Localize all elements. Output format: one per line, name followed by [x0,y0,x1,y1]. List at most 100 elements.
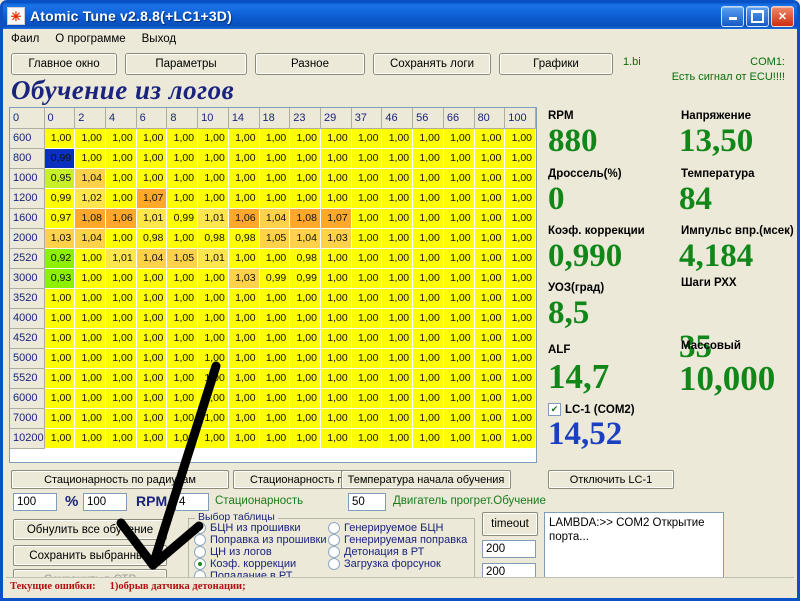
table-cell[interactable]: 1,00 [504,308,536,329]
table-cell[interactable]: 1,00 [136,288,168,309]
table-cell[interactable]: 1,00 [166,268,199,289]
table-cell[interactable]: 1,07 [136,188,168,209]
table-cell[interactable]: 1,00 [105,228,137,249]
table-cell[interactable]: 1,00 [504,248,536,269]
table-cell[interactable]: 1,00 [105,428,137,449]
table-row-header[interactable]: 2520 [10,248,45,269]
table-cell[interactable]: 1,00 [443,288,475,309]
table-cell[interactable]: 1,00 [74,348,106,369]
table-cell[interactable]: 1,00 [412,348,444,369]
table-cell[interactable]: 1,00 [197,368,229,389]
table-cell[interactable]: 1,00 [474,268,506,289]
table-cell[interactable]: 1,00 [197,188,229,209]
table-cell[interactable]: 1,00 [412,388,444,409]
table-cell[interactable]: 1,00 [136,328,168,349]
table-cell[interactable]: 1,08 [289,208,321,229]
table-cell[interactable]: 1,00 [289,288,321,309]
table-cell[interactable]: 1,00 [474,428,506,449]
table-cell[interactable]: 1,00 [105,348,137,369]
table-cell[interactable]: 1,00 [166,188,199,209]
table-cell[interactable]: 1,00 [504,388,536,409]
table-col-header[interactable]: 0 [44,108,76,129]
table-cell[interactable]: 1,00 [381,388,414,409]
table-cell[interactable]: 0,92 [44,248,76,269]
table-col-header[interactable]: 66 [443,108,475,129]
table-cell[interactable]: 1,00 [504,368,536,389]
radio-cn-logs[interactable]: ЦН из логов [194,546,272,558]
table-cell[interactable]: 1,00 [228,308,260,329]
table-cell[interactable]: 1,04 [289,228,321,249]
table-col-header[interactable]: 10 [197,108,229,129]
table-cell[interactable]: 1,00 [320,168,352,189]
table-cell[interactable]: 1,00 [474,408,506,429]
radio-injector-load[interactable]: Загрузка форсунок [328,558,441,570]
table-cell[interactable]: 0,95 [44,168,76,189]
table-cell[interactable]: 1,00 [351,428,383,449]
radio-icon[interactable] [328,522,340,534]
table-cell[interactable]: 1,00 [166,428,199,449]
table-cell[interactable]: 1,00 [443,268,475,289]
table-cell[interactable]: 1,00 [105,148,137,169]
table-cell[interactable]: 1,00 [74,128,106,149]
table-cell[interactable]: 1,00 [412,228,444,249]
table-cell[interactable]: 1,00 [381,308,414,329]
table-cell[interactable]: 1,00 [351,248,383,269]
table-cell[interactable]: 1,03 [228,268,260,289]
table-cell[interactable]: 1,00 [504,188,536,209]
table-row-header[interactable]: 800 [10,148,45,169]
toolbar-button-save-logs[interactable]: Сохранять логи [373,53,491,75]
table-cell[interactable]: 1,00 [412,328,444,349]
table-cell[interactable]: 1,00 [197,168,229,189]
timeout-value-1[interactable]: 200 [482,540,536,558]
table-col-header[interactable]: 56 [412,108,444,129]
table-cell[interactable]: 1,00 [443,128,475,149]
table-cell[interactable]: 1,00 [320,128,352,149]
table-cell[interactable]: 1,00 [443,348,475,369]
percent-input[interactable]: 100 [13,493,57,511]
table-cell[interactable]: 1,00 [105,288,137,309]
table-cell[interactable]: 1,00 [197,268,229,289]
table-cell[interactable]: 1,00 [351,408,383,429]
table-row-header[interactable]: 5520 [10,368,45,389]
table-cell[interactable]: 1,00 [166,328,199,349]
table-cell[interactable]: 1,00 [197,408,229,429]
table-cell[interactable]: 1,01 [136,208,168,229]
table-cell[interactable]: 1,00 [74,248,106,269]
menu-item-file[interactable]: Фаил [11,33,39,45]
temperature-input[interactable]: 50 [348,493,386,511]
table-cell[interactable]: 1,00 [105,188,137,209]
table-cell[interactable]: 1,00 [351,228,383,249]
table-cell[interactable]: 1,00 [105,328,137,349]
table-cell[interactable]: 1,00 [412,288,444,309]
table-col-header[interactable]: 29 [320,108,352,129]
radio-icon[interactable] [328,558,340,570]
table-cell[interactable]: 0,99 [44,188,76,209]
radio-icon[interactable] [194,534,206,546]
table-cell[interactable]: 1,00 [259,328,291,349]
table-cell[interactable]: 1,05 [166,248,199,269]
table-cell[interactable]: 1,00 [504,128,536,149]
table-cell[interactable]: 1,00 [412,128,444,149]
table-cell[interactable]: 1,00 [44,128,76,149]
minimize-icon[interactable] [721,5,744,27]
table-cell[interactable]: 1,00 [351,368,383,389]
table-cell[interactable]: 1,00 [474,228,506,249]
table-cell[interactable]: 1,00 [381,328,414,349]
table-cell[interactable]: 1,00 [228,368,260,389]
table-cell[interactable]: 1,00 [289,148,321,169]
table-cell[interactable]: 1,00 [443,188,475,209]
table-cell[interactable]: 1,00 [504,208,536,229]
table-cell[interactable]: 0,99 [166,208,199,229]
table-cell[interactable]: 1,00 [136,368,168,389]
table-cell[interactable]: 1,00 [289,368,321,389]
table-col-header[interactable]: 100 [504,108,536,129]
table-cell[interactable]: 1,03 [320,228,352,249]
table-cell[interactable]: 1,00 [166,148,199,169]
table-cell[interactable]: 1,00 [412,248,444,269]
table-cell[interactable]: 1,00 [74,268,106,289]
table-cell[interactable]: 1,00 [320,188,352,209]
table-cell[interactable]: 1,00 [259,128,291,149]
timeout-button[interactable]: timeout [482,512,538,536]
table-cell[interactable]: 1,04 [74,228,106,249]
table-row-header[interactable]: 4520 [10,328,45,349]
